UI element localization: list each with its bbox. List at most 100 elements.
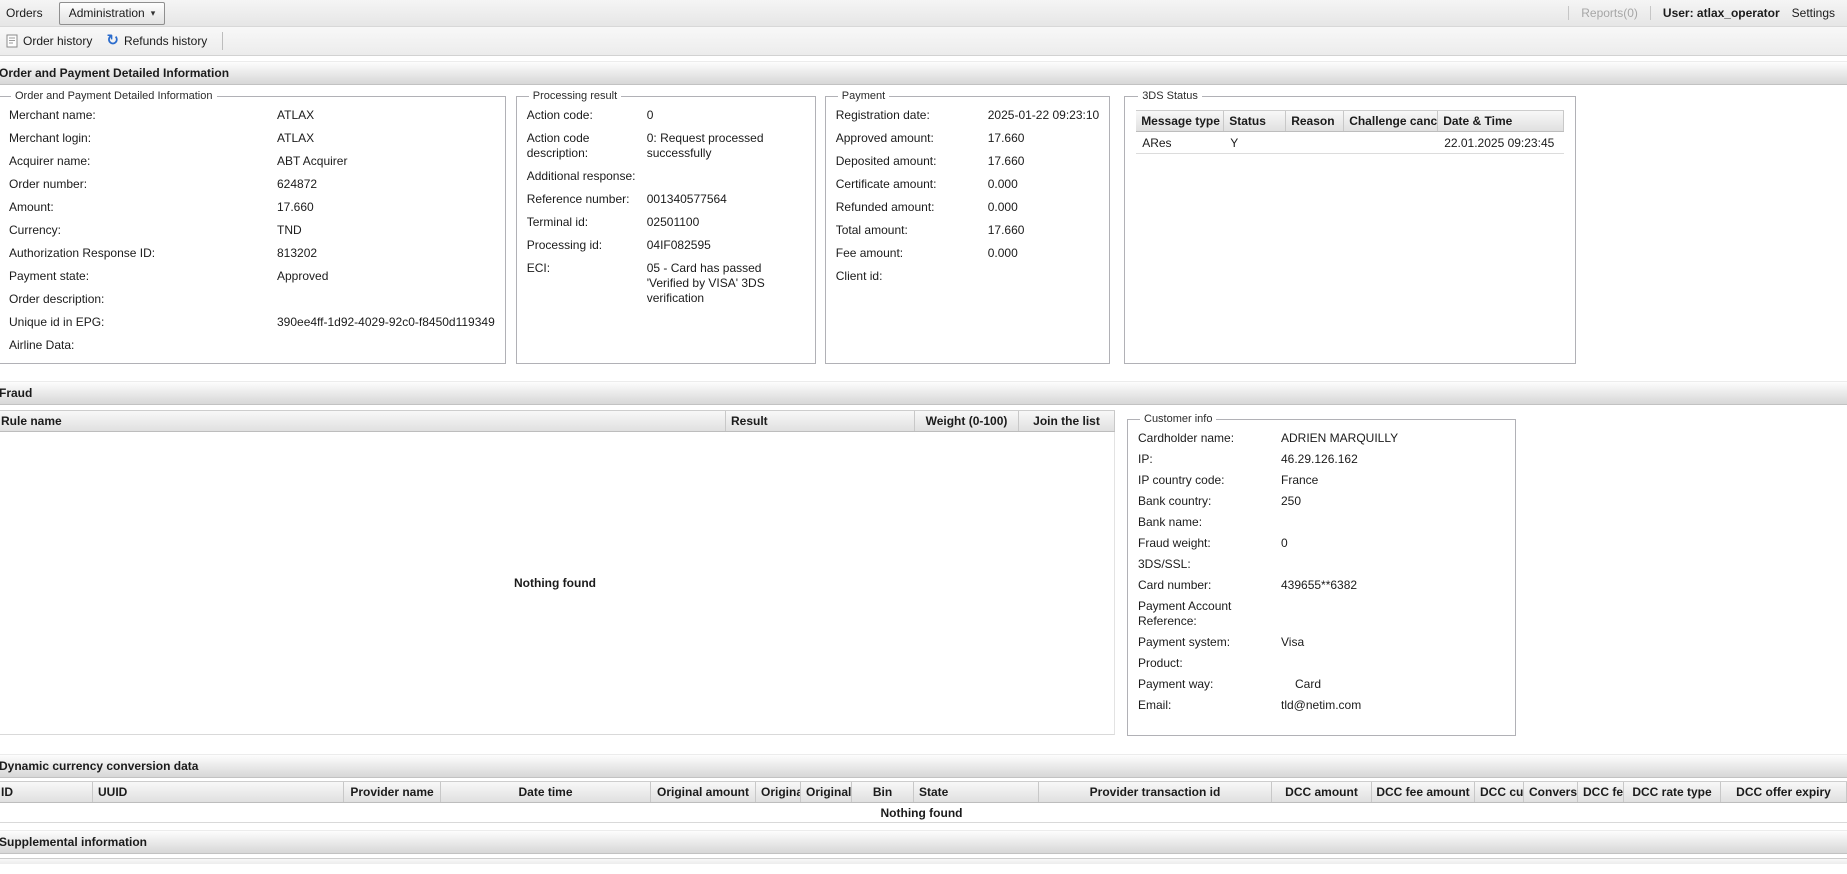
field-row: Merchant login: ATLAX	[9, 131, 495, 146]
current-user-label: User: atlax_operator	[1662, 6, 1780, 20]
field-label: Order description:	[9, 292, 105, 306]
column-header[interactable]: Reason	[1286, 111, 1345, 131]
field-row: Deposited amount: 17.660	[836, 154, 1099, 169]
field-label: Deposited amount:	[835, 154, 937, 168]
field-label: Payment way:	[1138, 677, 1214, 691]
divider	[1649, 6, 1651, 20]
field-value	[1281, 656, 1505, 671]
column-header[interactable]: Status	[1224, 111, 1287, 131]
field-row: Action code: 0	[527, 108, 805, 123]
section-header-supplemental: Supplemental information	[0, 830, 1847, 854]
document-icon	[6, 34, 18, 48]
processing-result-fieldset: Processing result Action code: 0 Action c…	[515, 90, 816, 364]
field-value: 0	[1281, 536, 1288, 550]
field-label: Refunded amount:	[835, 200, 935, 214]
field-label: Reference number:	[526, 192, 630, 206]
fraud-empty-message: Nothing found	[0, 432, 1115, 735]
field-value: ADRIEN MARQUILLY	[1281, 431, 1399, 445]
column-header[interactable]: Bin	[852, 782, 914, 802]
fraud-area: Rule name Result Weight (0-100) Join the…	[0, 405, 1847, 736]
column-header[interactable]: DCC offer expiry	[1721, 782, 1847, 802]
refunds-history-button[interactable]: ↻ Refunds history	[99, 31, 214, 51]
field-row: Payment system: Visa	[1138, 635, 1505, 650]
field-value: 2025-01-22 09:23:10	[987, 108, 1100, 122]
field-value	[988, 269, 1099, 284]
column-header[interactable]: DCC rate type	[1624, 782, 1721, 802]
column-header[interactable]: DCC fee amount	[1372, 782, 1475, 802]
field-value: 0.000	[987, 177, 1018, 191]
field-row: Bank country: 250	[1138, 494, 1505, 509]
field-value: 0.000	[987, 246, 1018, 260]
field-row: Unique id in EPG: 390ee4ff-1d92-4029-92c0…	[9, 315, 495, 330]
field-row: Bank name:	[1138, 515, 1505, 530]
section-header-fraud: Fraud	[0, 381, 1847, 405]
field-row: ECI: 05 - Card has passed 'Verified by VI…	[527, 261, 805, 306]
field-label: Certificate amount:	[835, 177, 937, 191]
field-label: Payment system:	[1138, 635, 1231, 649]
field-value	[647, 169, 805, 184]
field-value: 250	[1281, 494, 1302, 508]
field-row: Fraud weight: 0	[1138, 536, 1505, 551]
column-header[interactable]: Original c	[801, 782, 852, 802]
threeds-row[interactable]: ARes Y 22.01.2025 09:23:45	[1136, 132, 1565, 154]
customer-info-legend: Customer info	[1144, 413, 1213, 425]
column-header[interactable]: Date & Time	[1438, 111, 1565, 131]
field-value: 17.660	[987, 131, 1025, 145]
column-header[interactable]: Join the list	[1019, 411, 1115, 431]
field-row: Client id:	[836, 269, 1099, 284]
order-detail-legend: Order and Payment Detailed Information	[15, 90, 213, 102]
column-header[interactable]: Provider transaction id	[1039, 782, 1272, 802]
field-label: Currency:	[9, 223, 62, 237]
column-header[interactable]: UUID	[93, 782, 344, 802]
tab-administration[interactable]: Administration ▾	[58, 1, 166, 25]
column-header[interactable]: Conversi	[1524, 782, 1578, 802]
field-label: Acquirer name:	[9, 154, 91, 168]
column-header[interactable]: Provider name	[344, 782, 441, 802]
field-value: TND	[277, 223, 302, 237]
field-value: 17.660	[987, 154, 1025, 168]
field-row: Terminal id: 02501100	[527, 215, 805, 230]
cell-status: Y	[1230, 135, 1239, 150]
field-label: Additional response:	[526, 169, 636, 183]
column-header[interactable]: Challenge cancel	[1344, 111, 1439, 131]
field-row: Currency: TND	[9, 223, 495, 238]
settings-link[interactable]: Settings	[1792, 6, 1835, 20]
column-header[interactable]: Original f	[756, 782, 801, 802]
field-value: 17.660	[987, 223, 1025, 237]
tab-orders[interactable]: Orders	[0, 6, 53, 20]
column-header[interactable]: Result	[726, 411, 915, 431]
field-label: Fee amount:	[835, 246, 904, 260]
section-title: Fraud	[0, 386, 33, 400]
order-history-button[interactable]: Order history	[0, 31, 99, 51]
column-header[interactable]: ID	[0, 782, 93, 802]
menubar-right: Reports(0) User: atlax_operator Settings	[1568, 6, 1847, 20]
field-label: IP country code:	[1138, 473, 1225, 487]
field-label: IP:	[1138, 452, 1153, 466]
column-header[interactable]: DCC fee	[1578, 782, 1624, 802]
reports-link[interactable]: Reports(0)	[1581, 6, 1638, 20]
fraud-grid-header: Rule name Result Weight (0-100) Join the…	[0, 410, 1115, 432]
fraud-grid: Rule name Result Weight (0-100) Join the…	[0, 410, 1115, 735]
cell-message-type: ARes	[1142, 135, 1172, 150]
column-header[interactable]: Date time	[441, 782, 651, 802]
column-header[interactable]: Message type	[1136, 111, 1225, 131]
column-header[interactable]: DCC curr	[1475, 782, 1524, 802]
dcc-empty-message: Nothing found	[0, 803, 1847, 823]
column-header[interactable]: Weight (0-100)	[915, 411, 1019, 431]
chevron-down-icon: ▾	[150, 7, 156, 18]
field-value: 0.000	[987, 200, 1018, 214]
order-detail-fieldset: Order and Payment Detailed Information M…	[0, 90, 506, 364]
field-value: 439655**6382	[1281, 578, 1358, 592]
column-header[interactable]: DCC amount	[1272, 782, 1372, 802]
column-header[interactable]: State	[914, 782, 1039, 802]
field-label: Registration date:	[835, 108, 930, 122]
dcc-grid: ID UUID Provider name Date time Original…	[0, 781, 1847, 823]
field-value	[1281, 515, 1505, 530]
field-label: Order number:	[9, 177, 88, 191]
field-value: 0	[646, 108, 654, 122]
column-header[interactable]: Rule name	[0, 411, 726, 431]
field-row: Certificate amount: 0.000	[836, 177, 1099, 192]
field-label: Fraud weight:	[1138, 536, 1211, 550]
column-header[interactable]: Original amount	[651, 782, 756, 802]
section-title: Order and Payment Detailed Information	[0, 66, 230, 80]
